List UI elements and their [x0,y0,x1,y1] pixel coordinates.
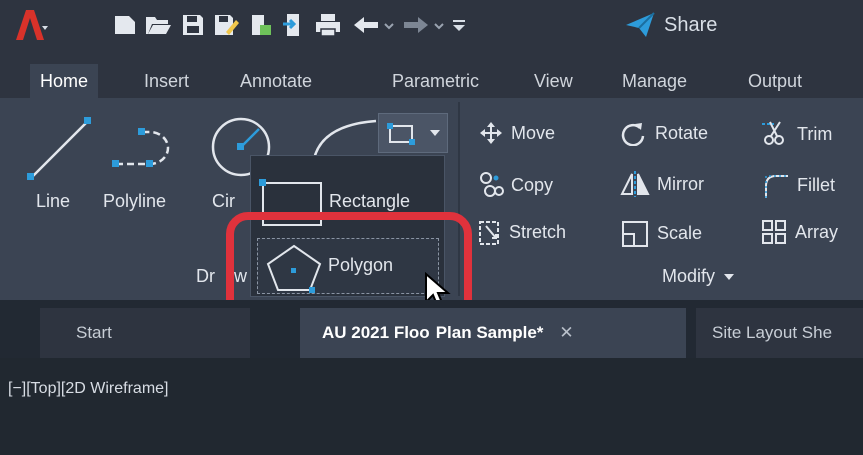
line-tool-label[interactable]: Line [36,191,70,212]
tab-site-layout[interactable]: Site Layout She [696,308,863,358]
copy-label: Copy [511,174,554,195]
quick-access-toolbar: Share [0,0,863,52]
viewport-controls[interactable]: [−][Top][2D Wireframe] [8,380,169,398]
arc-icon[interactable] [308,115,378,160]
scale-label: Scale [657,222,703,243]
fillet-icon [765,175,788,198]
tab-view[interactable]: View [524,64,583,98]
tab-annotate[interactable]: Annotate [230,64,322,98]
trim-icon [762,121,784,145]
stretch-tool[interactable]: Stretch [478,218,566,246]
customize-dropdown-icon[interactable] [450,12,468,38]
draw-panel-title-partial: Dr [196,266,215,286]
chevron-down-icon[interactable] [429,128,441,138]
print-icon[interactable] [314,12,342,38]
open-folder-icon[interactable] [144,12,172,38]
circle-tool-label[interactable]: Cir [212,191,235,212]
plot-icon[interactable] [248,12,274,38]
floor-plan-tab-label-a: AU 2021 Floo [322,323,430,342]
tab-parametric[interactable]: Parametric [382,64,489,98]
chevron-down-icon [724,273,735,280]
new-file-icon[interactable] [112,12,138,38]
redo-icon[interactable] [402,12,446,38]
ribbon-tab-bar: Home Insert Annotate Parametric View Man… [0,52,863,98]
tab-floor-plan-sample[interactable]: AU 2021 Floo Plan Sample* ✕ [300,308,686,358]
share-icon [626,12,655,37]
mirror-tool[interactable]: Mirror [620,170,704,198]
rotate-icon [621,123,645,146]
polyline-tool-label[interactable]: Polyline [103,191,166,212]
mirror-icon [620,171,650,197]
share-button[interactable]: Share [624,10,717,40]
stretch-icon [479,221,499,245]
line-icon[interactable] [24,113,100,185]
drawing-canvas[interactable]: [−][Top][2D Wireframe] [0,358,863,455]
share-label: Share [664,13,718,36]
tab-start[interactable]: Start [40,308,250,358]
import-icon[interactable] [282,12,306,38]
rectangle-icon [387,123,415,145]
scale-icon [622,221,648,247]
copy-tool[interactable]: Copy [478,170,553,200]
rotate-tool[interactable]: Rotate [620,120,708,146]
mirror-label: Mirror [657,173,704,194]
trim-label: Trim [797,123,833,144]
autocad-logo-icon[interactable] [14,8,50,42]
rectangle-label: Rectangle [329,191,411,211]
move-icon [480,122,502,144]
copy-icon [480,172,504,197]
array-icon [762,220,786,244]
stretch-label: Stretch [509,221,567,242]
site-layout-tab-label: Site Layout She [712,323,833,342]
fillet-tool[interactable]: Fillet [760,170,835,200]
rotate-label: Rotate [655,122,709,143]
tab-insert[interactable]: Insert [134,64,199,98]
tab-manage[interactable]: Manage [612,64,697,98]
undo-icon[interactable] [352,12,396,38]
move-label: Move [511,122,556,143]
floor-plan-tab-label-b: Plan Sample* [435,323,544,342]
save-as-icon[interactable] [212,12,240,38]
document-tab-bar: Start AU 2021 Floo Plan Sample* ✕ Site L… [0,300,863,358]
trim-tool[interactable]: Trim [760,120,832,148]
modify-panel-label: Modify [662,266,716,286]
move-tool[interactable]: Move [478,120,555,146]
array-label: Array [795,221,839,242]
modify-panel-title[interactable]: Modify [662,266,736,287]
scale-tool[interactable]: Scale [620,218,702,248]
polyline-icon[interactable] [104,120,184,180]
fillet-label: Fillet [797,174,836,195]
save-icon[interactable] [180,12,206,38]
array-tool[interactable]: Array [760,218,838,246]
start-tab-label: Start [76,323,112,342]
autocad-window: Share Home Insert Annotate Parametric Vi… [0,0,863,455]
rectangle-split-button[interactable] [378,113,448,153]
close-icon[interactable]: ✕ [559,323,573,343]
tab-output[interactable]: Output [738,64,812,98]
tab-home[interactable]: Home [30,64,99,98]
